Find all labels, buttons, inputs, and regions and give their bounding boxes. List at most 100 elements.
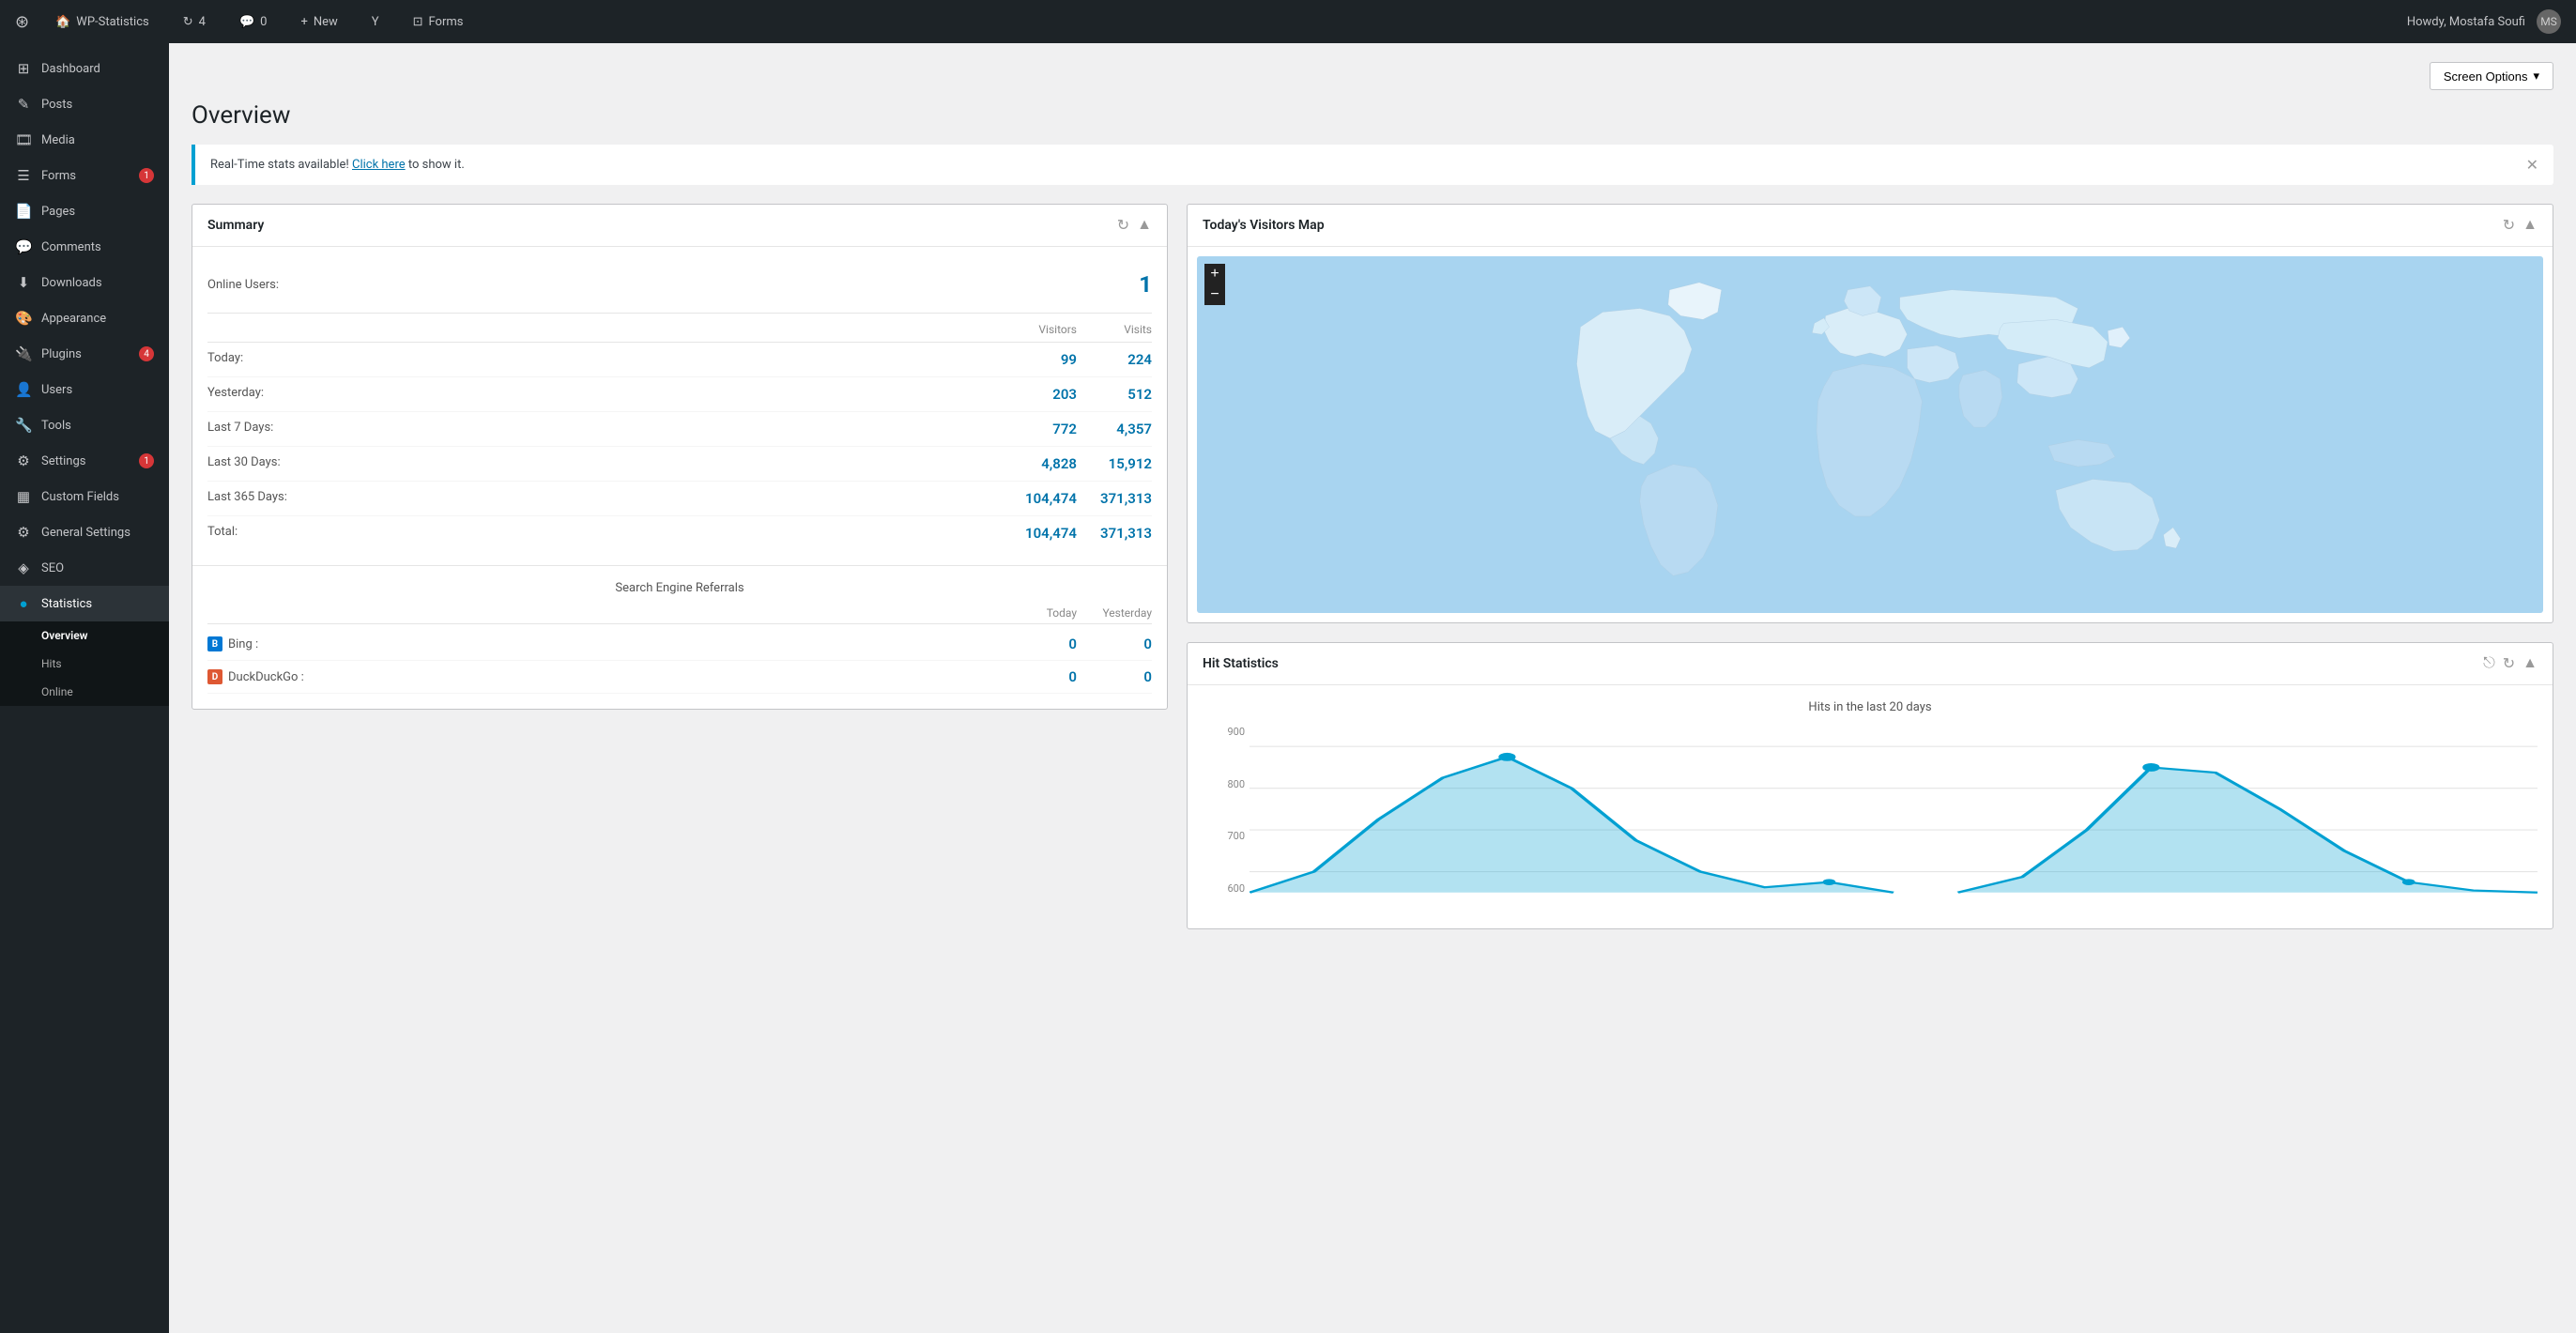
sidebar-item-seo[interactable]: ◈ SEO [0, 550, 169, 586]
submenu-item-hits[interactable]: Hits [0, 650, 169, 678]
sidebar-item-custom-fields[interactable]: ▦ Custom Fields [0, 479, 169, 514]
summary-row-7days: Last 7 Days: 772 4,357 [207, 412, 1152, 447]
chart-area: 900 800 700 600 [1203, 726, 2538, 913]
world-map [1208, 268, 2532, 602]
sidebar-item-users[interactable]: 👤 Users [0, 372, 169, 407]
summary-widget-actions: ↻ ▲ [1117, 216, 1152, 235]
map-refresh-button[interactable]: ↻ [2503, 216, 2515, 235]
hit-stats-export-button[interactable]: ⎋ [2483, 655, 2495, 672]
bing-engine: B Bing : [207, 636, 1002, 651]
visits-col-header: Visits [1077, 323, 1152, 336]
online-users-row: Online Users: 1 [207, 262, 1152, 314]
sidebar-label-statistics: Statistics [41, 597, 92, 611]
click-here-link[interactable]: Click here [352, 158, 406, 172]
user-avatar[interactable]: MS [2537, 9, 2561, 34]
plugins-icon: 🔌 [15, 345, 32, 362]
chevron-down-icon: ▾ [2533, 69, 2539, 84]
sidebar-item-plugins[interactable]: 🔌 Plugins 4 [0, 336, 169, 372]
media-icon: 🎞 [15, 131, 32, 148]
hit-stats-collapse-button[interactable]: ▲ [2522, 655, 2538, 672]
custom-fields-icon: ▦ [15, 488, 32, 505]
notice-close-button[interactable]: ✕ [2526, 156, 2538, 174]
statistics-icon: ● [15, 595, 32, 612]
adminbar-right: Howdy, Mostafa Soufi MS [2407, 9, 2561, 34]
comments-link[interactable]: 💬 0 [232, 11, 275, 33]
referrals-title: Search Engine Referrals [207, 581, 1152, 595]
sidebar-item-general-settings[interactable]: ⚙ General Settings [0, 514, 169, 550]
ddg-today: 0 [1002, 668, 1077, 685]
site-name-link[interactable]: 🏠 WP-Statistics [48, 11, 157, 33]
map-widget-title: Today's Visitors Map [1203, 218, 1325, 233]
referrals-col-headers: Today Yesterday [207, 603, 1152, 624]
settings-badge: 1 [139, 453, 154, 468]
plus-icon: + [300, 15, 307, 29]
map-widget-header: Today's Visitors Map ↻ ▲ [1188, 205, 2553, 247]
screen-options-bar: Screen Options ▾ [192, 62, 2553, 90]
sidebar-item-forms[interactable]: ☰ Forms 1 [0, 158, 169, 193]
sidebar-label-custom-fields: Custom Fields [41, 490, 119, 504]
forms-link[interactable]: ⊡ Forms [406, 11, 471, 33]
summary-widget-title: Summary [207, 218, 264, 233]
hit-stats-header: Hit Statistics ⎋ ↻ ▲ [1188, 643, 2553, 685]
summary-row-today: Today: 99 224 [207, 343, 1152, 377]
summary-row-30days: Last 30 Days: 4,828 15,912 [207, 447, 1152, 482]
map-zoom-controls: + − [1204, 264, 1225, 305]
ddg-yesterday: 0 [1077, 668, 1152, 685]
hit-stats-refresh-button[interactable]: ↻ [2503, 654, 2515, 673]
sidebar-item-media[interactable]: 🎞 Media [0, 122, 169, 158]
sidebar-item-statistics[interactable]: ● Statistics [0, 586, 169, 621]
sidebar-item-dashboard[interactable]: ⊞ Dashboard [0, 51, 169, 86]
yoast-icon[interactable]: Y [364, 11, 387, 33]
dashboard-grid: Summary ↻ ▲ Online Users: 1 [192, 204, 2553, 929]
right-column: Today's Visitors Map ↻ ▲ + − [1187, 204, 2553, 929]
submenu-item-online[interactable]: Online [0, 678, 169, 706]
screen-options-button[interactable]: Screen Options ▾ [2430, 62, 2553, 90]
map-collapse-button[interactable]: ▲ [2522, 217, 2538, 234]
summary-body: Online Users: 1 Visitors Visits Today: [192, 247, 1167, 565]
page-title: Overview [192, 101, 2553, 130]
summary-refresh-button[interactable]: ↻ [1117, 216, 1129, 235]
ddg-engine: D DuckDuckGo : [207, 669, 1002, 684]
sidebar-label-users: Users [41, 383, 72, 397]
sidebar-label-dashboard: Dashboard [41, 62, 100, 76]
new-content-button[interactable]: + New [293, 11, 345, 33]
map-zoom-out-button[interactable]: − [1204, 284, 1225, 305]
wp-logo-icon[interactable]: ⊛ [15, 12, 29, 32]
submenu-label-hits: Hits [41, 657, 62, 670]
sidebar-item-appearance[interactable]: 🎨 Appearance [0, 300, 169, 336]
submenu-label-overview: Overview [41, 629, 88, 642]
sidebar-label-comments: Comments [41, 240, 101, 254]
map-widget-actions: ↻ ▲ [2503, 216, 2538, 235]
submenu-item-overview[interactable]: Overview [0, 621, 169, 650]
forms-icon: ⊡ [413, 15, 423, 29]
sidebar-item-tools[interactable]: 🔧 Tools [0, 407, 169, 443]
ddg-label: DuckDuckGo : [228, 670, 304, 684]
referral-row-ddg: D DuckDuckGo : 0 0 [207, 661, 1152, 694]
sidebar-item-downloads[interactable]: ⬇ Downloads [0, 265, 169, 300]
forms-menu-icon: ☰ [15, 167, 32, 184]
settings-icon: ⚙ [15, 452, 32, 469]
sidebar-item-comments[interactable]: 💬 Comments [0, 229, 169, 265]
updates-link[interactable]: ↻ 4 [176, 11, 213, 33]
bing-yesterday: 0 [1077, 636, 1152, 652]
home-icon: 🏠 [55, 15, 70, 29]
summary-row-365days: Last 365 Days: 104,474 371,313 [207, 482, 1152, 516]
hit-stats-actions: ⎋ ↻ ▲ [2483, 654, 2538, 673]
sidebar-item-pages[interactable]: 📄 Pages [0, 193, 169, 229]
comments-menu-icon: 💬 [15, 238, 32, 255]
summary-col-headers: Visitors Visits [207, 317, 1152, 343]
dashboard-icon: ⊞ [15, 60, 32, 77]
sidebar-item-posts[interactable]: ✎ Posts [0, 86, 169, 122]
summary-widget-header: Summary ↻ ▲ [192, 205, 1167, 247]
summary-collapse-button[interactable]: ▲ [1137, 217, 1152, 234]
sidebar: ⊞ Dashboard ✎ Posts 🎞 Media ☰ Forms 1 📄 … [0, 43, 169, 1333]
sidebar-label-settings: Settings [41, 454, 85, 468]
sidebar-item-settings[interactable]: ⚙ Settings 1 [0, 443, 169, 479]
map-container: + − [1197, 256, 2543, 613]
sidebar-label-seo: SEO [41, 561, 64, 575]
sidebar-label-plugins: Plugins [41, 347, 82, 361]
forms-badge: 1 [139, 168, 154, 183]
map-zoom-in-button[interactable]: + [1204, 264, 1225, 284]
notice-text: Real-Time stats available! Click here to… [210, 158, 465, 172]
bing-today: 0 [1002, 636, 1077, 652]
